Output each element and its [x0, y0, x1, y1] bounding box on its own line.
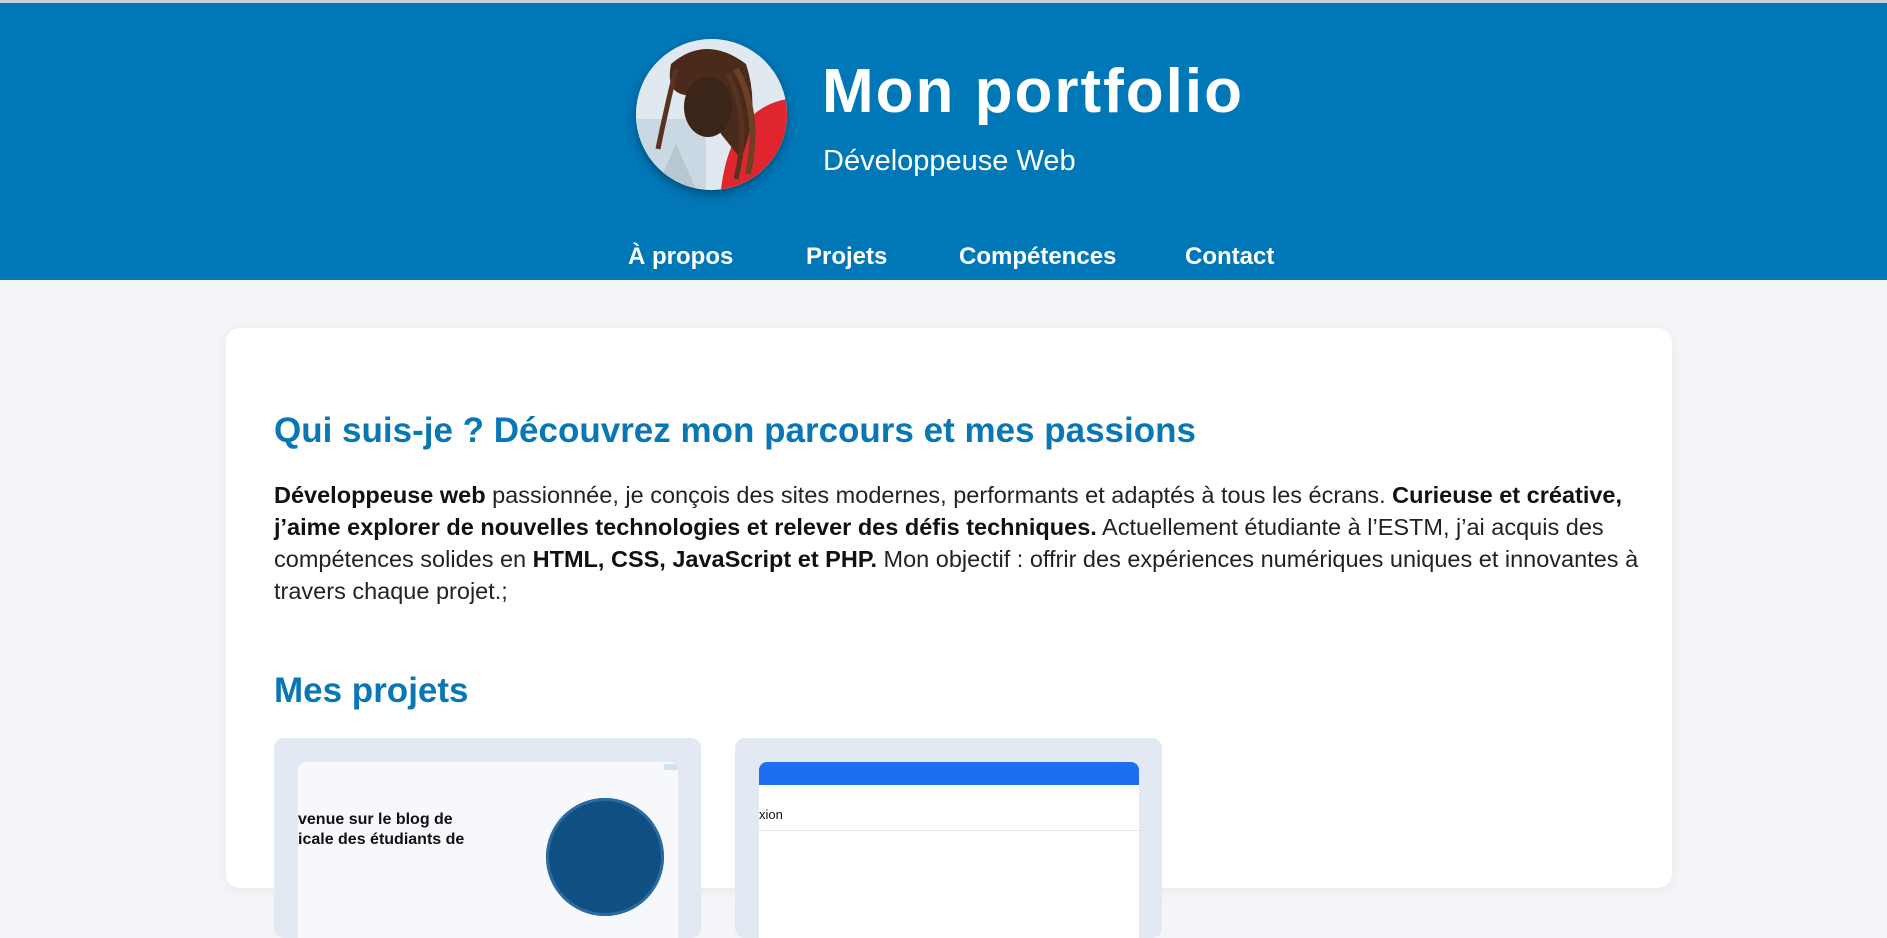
- site-header: Mon portfolio Développeuse Web À propos …: [0, 3, 1887, 280]
- project-screenshot: venue sur le blog de icale des étudiants…: [298, 762, 678, 938]
- main-content-card: Qui suis-je ? Découvrez mon parcours et …: [226, 328, 1672, 938]
- screenshot-text: xion: [759, 807, 783, 822]
- nav-link-skills[interactable]: Compétences: [959, 243, 1116, 271]
- main-nav: À propos Projets Compétences Contact: [0, 243, 1887, 273]
- about-heading: Qui suis-je ? Découvrez mon parcours et …: [274, 411, 1196, 450]
- project-screenshot: xion: [759, 762, 1139, 938]
- about-paragraph: Développeuse web passionnée, je conçois …: [274, 479, 1644, 607]
- about-text-1: passionnée, je conçois des sites moderne…: [485, 482, 1393, 508]
- projects-heading: Mes projets: [274, 671, 469, 710]
- screenshot-text: venue sur le blog de icale des étudiants…: [298, 810, 464, 850]
- nav-link-contact[interactable]: Contact: [1185, 243, 1274, 271]
- screenshot-text-line: venue sur le blog de: [298, 811, 453, 828]
- project-card-blog[interactable]: venue sur le blog de icale des étudiants…: [274, 738, 701, 938]
- screenshot-header-bar: [759, 762, 1139, 785]
- nav-link-projects[interactable]: Projets: [806, 243, 887, 271]
- screenshot-divider: [759, 830, 1139, 831]
- screenshot-circle-image: [546, 798, 664, 916]
- screenshot-text-line: icale des étudiants de: [298, 831, 465, 848]
- nav-link-about[interactable]: À propos: [628, 243, 733, 271]
- about-bold-role: Développeuse web: [274, 482, 486, 508]
- page-title: Mon portfolio: [822, 57, 1244, 126]
- project-card-login[interactable]: xion: [735, 738, 1162, 938]
- profile-photo: [636, 39, 787, 190]
- screenshot-corner: [664, 764, 678, 770]
- about-bold-skills: HTML, CSS, JavaScript et PHP.: [532, 546, 877, 572]
- page-subtitle: Développeuse Web: [823, 145, 1076, 177]
